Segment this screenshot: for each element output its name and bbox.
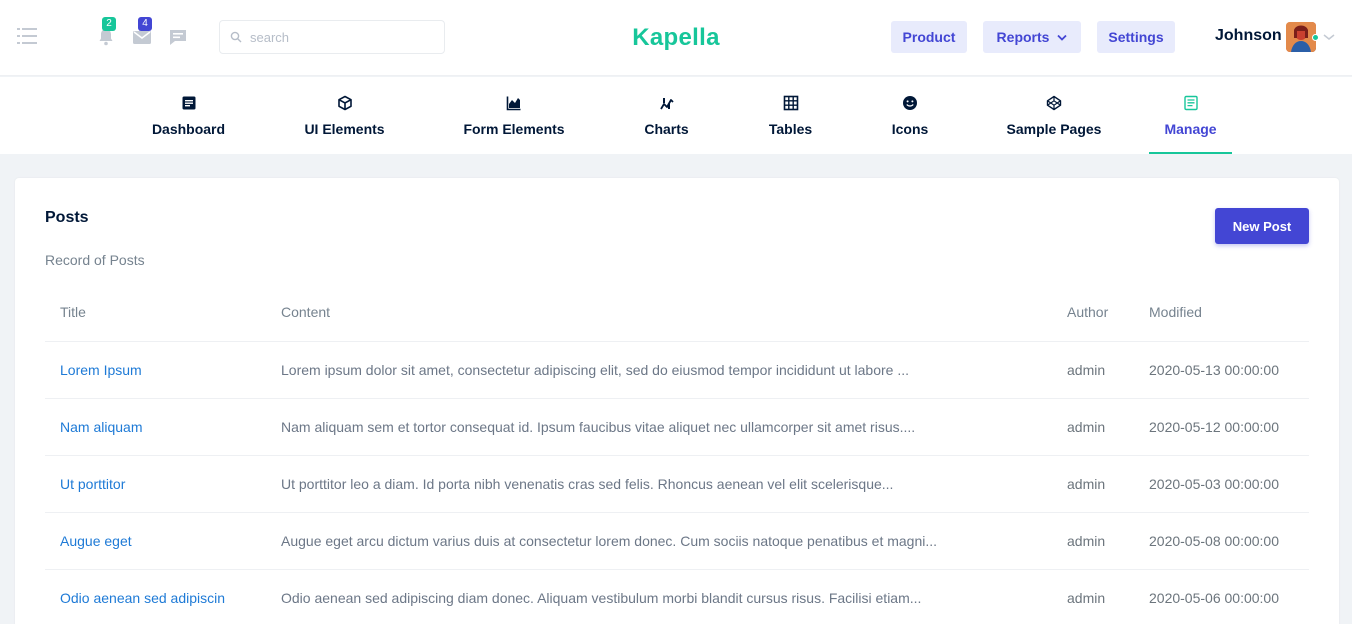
cell-content: Lorem ipsum dolor sit amet, consectetur … — [266, 341, 1052, 399]
nav-label: Icons — [891, 121, 929, 137]
column-header-content[interactable]: Content — [266, 284, 1052, 342]
nav-label: Form Elements — [463, 121, 565, 137]
cell-author: admin — [1052, 398, 1134, 456]
table-row[interactable]: Lorem Ipsum Lorem ipsum dolor sit amet, … — [45, 341, 1309, 399]
top-bar: 2 4 Kapella Product Reports Settings Joh… — [0, 0, 1352, 76]
cell-content: Augue eget arcu dictum varius duis at co… — [266, 512, 1052, 570]
column-header-modified[interactable]: Modified — [1134, 284, 1309, 342]
search-box[interactable] — [219, 20, 445, 54]
cell-title: Odio aenean sed adipiscin — [45, 569, 266, 624]
cell-author: admin — [1052, 341, 1134, 399]
notifications-badge: 2 — [102, 17, 116, 31]
table-row[interactable]: Ut porttitor Ut porttitor leo a diam. Id… — [45, 455, 1309, 513]
cell-content: Ut porttitor leo a diam. Id porta nibh v… — [266, 455, 1052, 513]
grid-icon — [783, 95, 798, 111]
product-button-label: Product — [902, 29, 956, 45]
nav-item-icons[interactable]: Icons — [891, 77, 929, 154]
search-input[interactable] — [250, 29, 430, 45]
cell-title: Augue eget — [45, 512, 266, 570]
nav-label: Charts — [644, 121, 689, 137]
nav-item-manage[interactable]: Manage — [1149, 77, 1232, 154]
chat-icon[interactable] — [168, 27, 188, 47]
smiley-icon — [903, 96, 917, 110]
cell-modified: 2020-05-03 00:00:00 — [1134, 455, 1309, 513]
reports-button-label: Reports — [996, 29, 1050, 45]
cell-title: Lorem Ipsum — [45, 341, 266, 399]
nav-label: UI Elements — [304, 121, 385, 137]
nav-item-form-elements[interactable]: Form Elements — [463, 77, 565, 154]
nav-label: Tables — [768, 121, 813, 137]
chart-icon — [659, 98, 674, 110]
notifications-button[interactable]: 2 — [96, 17, 116, 52]
search-icon — [230, 31, 242, 43]
nav-item-sample-pages[interactable]: Sample Pages — [1006, 77, 1102, 154]
cell-author: admin — [1052, 569, 1134, 624]
area-chart-icon — [506, 96, 521, 111]
table-row[interactable]: Odio aenean sed adipiscin Odio aenean se… — [45, 569, 1309, 624]
card-subtitle: Record of Posts — [45, 252, 145, 268]
cell-title: Nam aliquam — [45, 398, 266, 456]
notes-icon — [1183, 95, 1198, 111]
posts-card: Posts Record of Posts New Post Title Con… — [15, 178, 1339, 624]
post-title-link[interactable]: Ut porttitor — [60, 476, 125, 492]
messages-button[interactable]: 4 — [132, 17, 152, 52]
brand-logo[interactable]: Kapella — [632, 24, 719, 51]
post-title-link[interactable]: Nam aliquam — [60, 419, 142, 435]
cell-modified: 2020-05-13 00:00:00 — [1134, 341, 1309, 399]
chevron-down-icon — [1057, 34, 1068, 41]
user-name[interactable]: Johnson — [1215, 27, 1282, 45]
cell-title: Ut porttitor — [45, 455, 266, 513]
messages-badge: 4 — [138, 17, 152, 31]
cell-author: admin — [1052, 455, 1134, 513]
nav-item-ui-elements[interactable]: UI Elements — [304, 77, 385, 154]
codepen-icon — [1046, 95, 1062, 111]
settings-button-label: Settings — [1108, 29, 1164, 45]
post-title-link[interactable]: Lorem Ipsum — [60, 362, 142, 378]
post-title-link[interactable]: Augue eget — [60, 533, 132, 549]
nav-item-dashboard[interactable]: Dashboard — [151, 77, 226, 154]
nav-item-charts[interactable]: Charts — [644, 77, 689, 154]
document-icon — [182, 96, 195, 110]
menu-icon[interactable] — [17, 27, 37, 45]
table-header-row: Title Content Author Modified — [45, 284, 1309, 342]
nav-label: Dashboard — [151, 121, 226, 137]
nav-item-tables[interactable]: Tables — [768, 77, 813, 154]
product-button[interactable]: Product — [891, 21, 967, 53]
new-post-button[interactable]: New Post — [1215, 208, 1309, 244]
cell-content: Nam aliquam sem et tortor consequat id. … — [266, 398, 1052, 456]
table-row[interactable]: Augue eget Augue eget arcu dictum varius… — [45, 512, 1309, 570]
nav-label: Sample Pages — [1006, 121, 1102, 137]
cube-icon — [337, 95, 352, 111]
reports-dropdown[interactable]: Reports — [983, 21, 1081, 53]
table-row[interactable]: Nam aliquam Nam aliquam sem et tortor co… — [45, 398, 1309, 456]
post-title-link[interactable]: Odio aenean sed adipiscin — [60, 590, 225, 606]
cell-content: Odio aenean sed adipiscing diam donec. A… — [266, 569, 1052, 624]
cell-modified: 2020-05-06 00:00:00 — [1134, 569, 1309, 624]
nav-label: Manage — [1164, 121, 1217, 137]
posts-table: Title Content Author Modified Lorem Ipsu… — [45, 284, 1309, 624]
settings-button[interactable]: Settings — [1097, 21, 1175, 53]
column-header-author[interactable]: Author — [1052, 284, 1134, 342]
main-nav: Dashboard UI Elements Form Elements Char… — [0, 77, 1352, 154]
user-menu-chevron-icon[interactable] — [1323, 32, 1335, 42]
card-title: Posts — [45, 209, 89, 226]
column-header-title[interactable]: Title — [45, 284, 266, 342]
cell-author: admin — [1052, 512, 1134, 570]
cell-modified: 2020-05-12 00:00:00 — [1134, 398, 1309, 456]
online-status-dot — [1312, 34, 1319, 41]
cell-modified: 2020-05-08 00:00:00 — [1134, 512, 1309, 570]
